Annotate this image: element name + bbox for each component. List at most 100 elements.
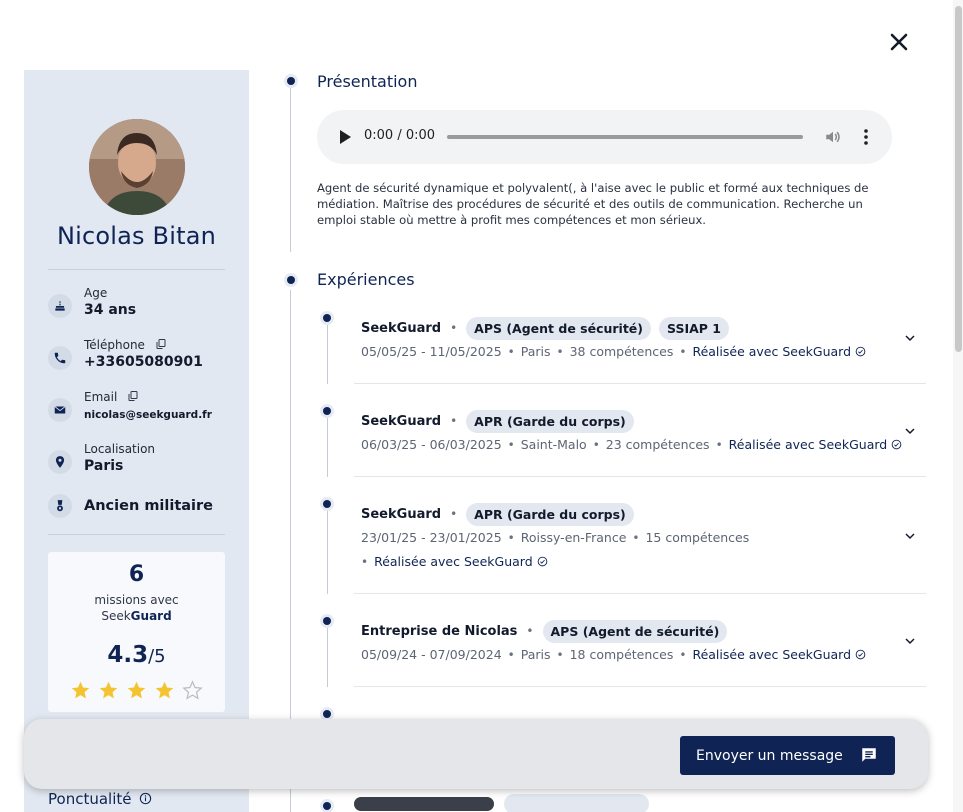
- scrollbar-thumb[interactable]: [955, 6, 962, 352]
- chevron-down-icon[interactable]: [902, 330, 918, 346]
- location-value: Paris: [84, 458, 124, 474]
- experience-dates: 05/09/24 - 07/09/2024: [361, 647, 502, 662]
- experience-item[interactable]: Entreprise de Nicolas • APS (Agent de sé…: [354, 619, 926, 687]
- experience-skills: 23 compétences: [605, 437, 710, 452]
- ponctualite-label: Ponctualité: [48, 790, 152, 808]
- veteran-row: Ancien militaire: [48, 486, 238, 526]
- experience-line: [327, 320, 328, 384]
- experience-city: Paris: [520, 344, 551, 359]
- star-icon: [99, 681, 118, 699]
- footer-action-bar: Envoyer un message: [24, 719, 928, 789]
- experience-tag: APS (Agent de sécurité): [466, 316, 651, 340]
- experience-tag: APR (Garde du corps): [466, 502, 634, 526]
- experience-skills: 15 compétences: [645, 530, 750, 545]
- timeline-line: [290, 82, 291, 252]
- chat-icon: [862, 748, 876, 762]
- experience-company: Entreprise de Nicolas: [361, 623, 518, 639]
- age-label: Age: [84, 286, 108, 300]
- play-icon[interactable]: [337, 128, 353, 146]
- star-icon: [71, 681, 90, 699]
- age-row: Age 34 ans: [48, 286, 238, 326]
- check-circle-icon: [855, 649, 866, 660]
- stats-card: 6 missions avec SeekGuard 4.3/5: [48, 552, 225, 712]
- mail-icon: [48, 398, 72, 422]
- experience-city: Saint-Malo: [520, 437, 587, 452]
- location-pin-icon: [48, 450, 72, 474]
- volume-icon[interactable]: [824, 128, 842, 146]
- email-row: Email nicolas@seekguard.fr: [48, 390, 238, 430]
- experience-company: SeekGuard: [361, 320, 442, 336]
- experience-item[interactable]: SeekGuard • APR (Garde du corps) 23/01/2…: [354, 502, 926, 594]
- missions-label: missions avec: [94, 593, 179, 607]
- profile-sidebar: Nicolas Bitan Age 34 ans Téléphone +3360…: [24, 70, 249, 812]
- experience-done: Réalisée avec SeekGuard: [374, 554, 533, 569]
- more-options-icon[interactable]: [858, 128, 874, 146]
- chevron-down-icon[interactable]: [902, 633, 918, 649]
- experience-dot: [323, 500, 331, 508]
- experience-dates: 06/03/25 - 06/03/2025: [361, 437, 502, 452]
- experience-skills: 18 compétences: [569, 647, 674, 662]
- experience-dates: 05/05/25 - 11/05/2025: [361, 344, 502, 359]
- phone-icon: [48, 346, 72, 370]
- chevron-down-icon[interactable]: [902, 423, 918, 439]
- experience-skills: 38 compétences: [569, 344, 674, 359]
- divider: [48, 269, 225, 270]
- experience-item[interactable]: SeekGuard • APS (Agent de sécurité) SSIA…: [354, 316, 926, 384]
- divider: [48, 534, 225, 535]
- veteran-label: Ancien militaire: [84, 498, 214, 514]
- experience-line: [327, 413, 328, 477]
- check-circle-icon: [537, 556, 547, 567]
- missions-count: 6: [128, 562, 145, 587]
- rating-score: 4.3/5: [107, 642, 166, 668]
- audio-progress[interactable]: [447, 135, 803, 139]
- experience-company: SeekGuard: [361, 506, 442, 522]
- timeline-dot: [287, 276, 295, 284]
- close-button[interactable]: [885, 28, 913, 56]
- experience-done: Réalisée avec SeekGuard: [692, 647, 852, 662]
- experience-tag: APR (Garde du corps): [466, 409, 634, 433]
- avatar: [89, 119, 185, 215]
- star-icon: [182, 680, 203, 700]
- experience-dot: [323, 407, 331, 415]
- brand-label: SeekGuard: [101, 609, 172, 623]
- experiences-title: Expériences: [317, 270, 415, 289]
- location-label: Localisation: [84, 442, 156, 456]
- experience-dot: [323, 710, 331, 718]
- email-label: Email: [84, 390, 118, 404]
- send-message-label: Envoyer un message: [696, 747, 843, 764]
- copy-icon[interactable]: [127, 390, 139, 402]
- audio-player[interactable]: 0:00 / 0:00: [317, 110, 892, 164]
- star-icon: [155, 681, 174, 699]
- experience-line: [327, 506, 328, 594]
- send-message-button[interactable]: Envoyer un message: [680, 736, 895, 775]
- rating-stars: [70, 680, 210, 704]
- experience-dates: 23/01/25 - 23/01/2025: [361, 530, 502, 545]
- medal-icon: [48, 494, 72, 518]
- phone-label: Téléphone: [84, 338, 145, 352]
- experience-dot: [323, 617, 331, 625]
- location-row: Localisation Paris: [48, 442, 238, 482]
- chevron-down-icon[interactable]: [902, 528, 918, 544]
- experience-done: Réalisée avec SeekGuard: [692, 344, 852, 359]
- experience-line: [327, 623, 328, 687]
- presentation-description: Agent de sécurité dynamique et polyvalen…: [317, 181, 869, 227]
- phone-value: +33605080901: [84, 354, 203, 370]
- copy-icon[interactable]: [155, 338, 167, 350]
- age-value: 34 ans: [84, 302, 137, 318]
- cake-icon: [48, 294, 72, 318]
- experience-item-partial: [354, 794, 649, 812]
- experience-company: SeekGuard: [361, 413, 442, 429]
- profile-name: Nicolas Bitan: [56, 222, 217, 250]
- experience-dot: [323, 314, 331, 322]
- close-icon: [890, 33, 908, 51]
- experience-dot: [323, 802, 331, 810]
- experience-item[interactable]: SeekGuard • APR (Garde du corps) 06/03/2…: [354, 409, 926, 477]
- experience-city: Paris: [520, 647, 551, 662]
- check-circle-icon: [891, 439, 902, 450]
- info-icon[interactable]: [139, 792, 152, 805]
- email-value: nicolas@seekguard.fr: [84, 409, 212, 421]
- experience-tag: SSIAP 1: [659, 316, 729, 340]
- timeline-dot: [287, 77, 295, 85]
- check-circle-icon: [855, 346, 866, 357]
- audio-time: 0:00 / 0:00: [364, 128, 436, 143]
